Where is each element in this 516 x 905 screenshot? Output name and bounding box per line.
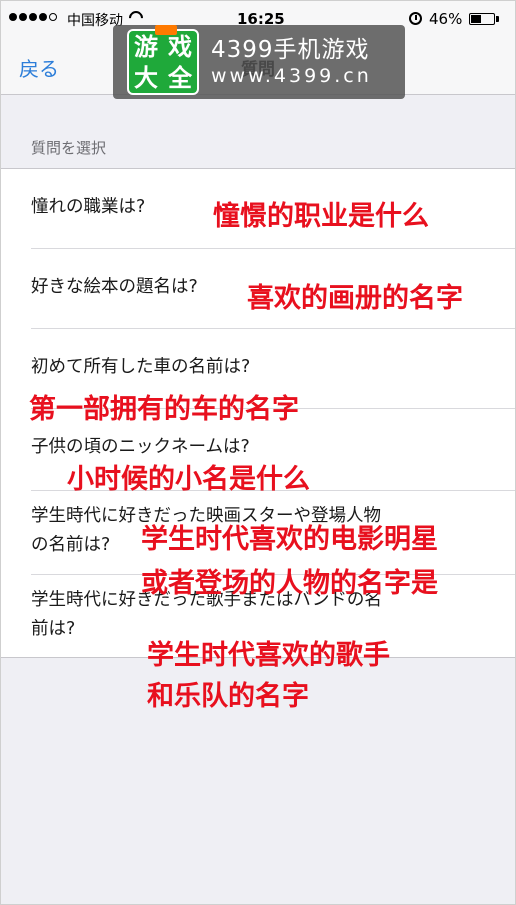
- annotation-picture-book: 喜欢的画册的名字: [247, 283, 463, 314]
- phone-screen: 中国移动 16:25 46% 戻る 質問 游 戏 大 全 4399手机游戏 ww…: [0, 0, 516, 905]
- site-watermark: 游 戏 大 全 4399手机游戏 www.4399.cn: [113, 25, 405, 99]
- annotation-first-car: 第一部拥有的车的名字: [29, 394, 299, 425]
- battery-cap: [496, 16, 499, 22]
- watermark-url: www.4399.cn: [211, 65, 372, 87]
- question-label: 子供の頃のニックネームは?: [31, 437, 250, 457]
- question-label-line-2: の名前は?: [31, 535, 111, 555]
- question-label: 憧れの職業は?: [31, 197, 146, 217]
- watermark-name: 4399手机游戏: [211, 37, 370, 63]
- annotation-dream-job: 憧憬的职业是什么: [213, 201, 429, 232]
- watermark-logo: 游 戏 大 全: [127, 25, 199, 95]
- annotation-nickname: 小时候的小名是什么: [67, 464, 310, 495]
- annotation-singer-2: 和乐队的名字: [147, 681, 309, 712]
- question-label: 好きな絵本の題名は?: [31, 277, 198, 297]
- question-label: 初めて所有した車の名前は?: [31, 357, 251, 377]
- logo-badge: [155, 25, 177, 35]
- logo-char: 全: [168, 63, 192, 92]
- signal-strength-icon: [9, 13, 57, 21]
- question-label-line-2: 前は?: [31, 619, 76, 639]
- battery-percent: 46%: [429, 10, 463, 28]
- annotation-singer-1: 学生时代喜欢的歌手: [147, 640, 390, 671]
- logo-char: 戏: [168, 32, 192, 61]
- alarm-icon: [409, 12, 422, 25]
- logo-char: 游: [134, 32, 158, 61]
- battery-icon: [469, 13, 495, 25]
- annotation-movie-star-1: 学生时代喜欢的电影明星: [141, 524, 438, 555]
- section-header: 質問を選択: [31, 139, 107, 157]
- logo-char: 大: [134, 63, 158, 92]
- annotation-movie-star-2: 或者登场的人物的名字是: [141, 568, 438, 599]
